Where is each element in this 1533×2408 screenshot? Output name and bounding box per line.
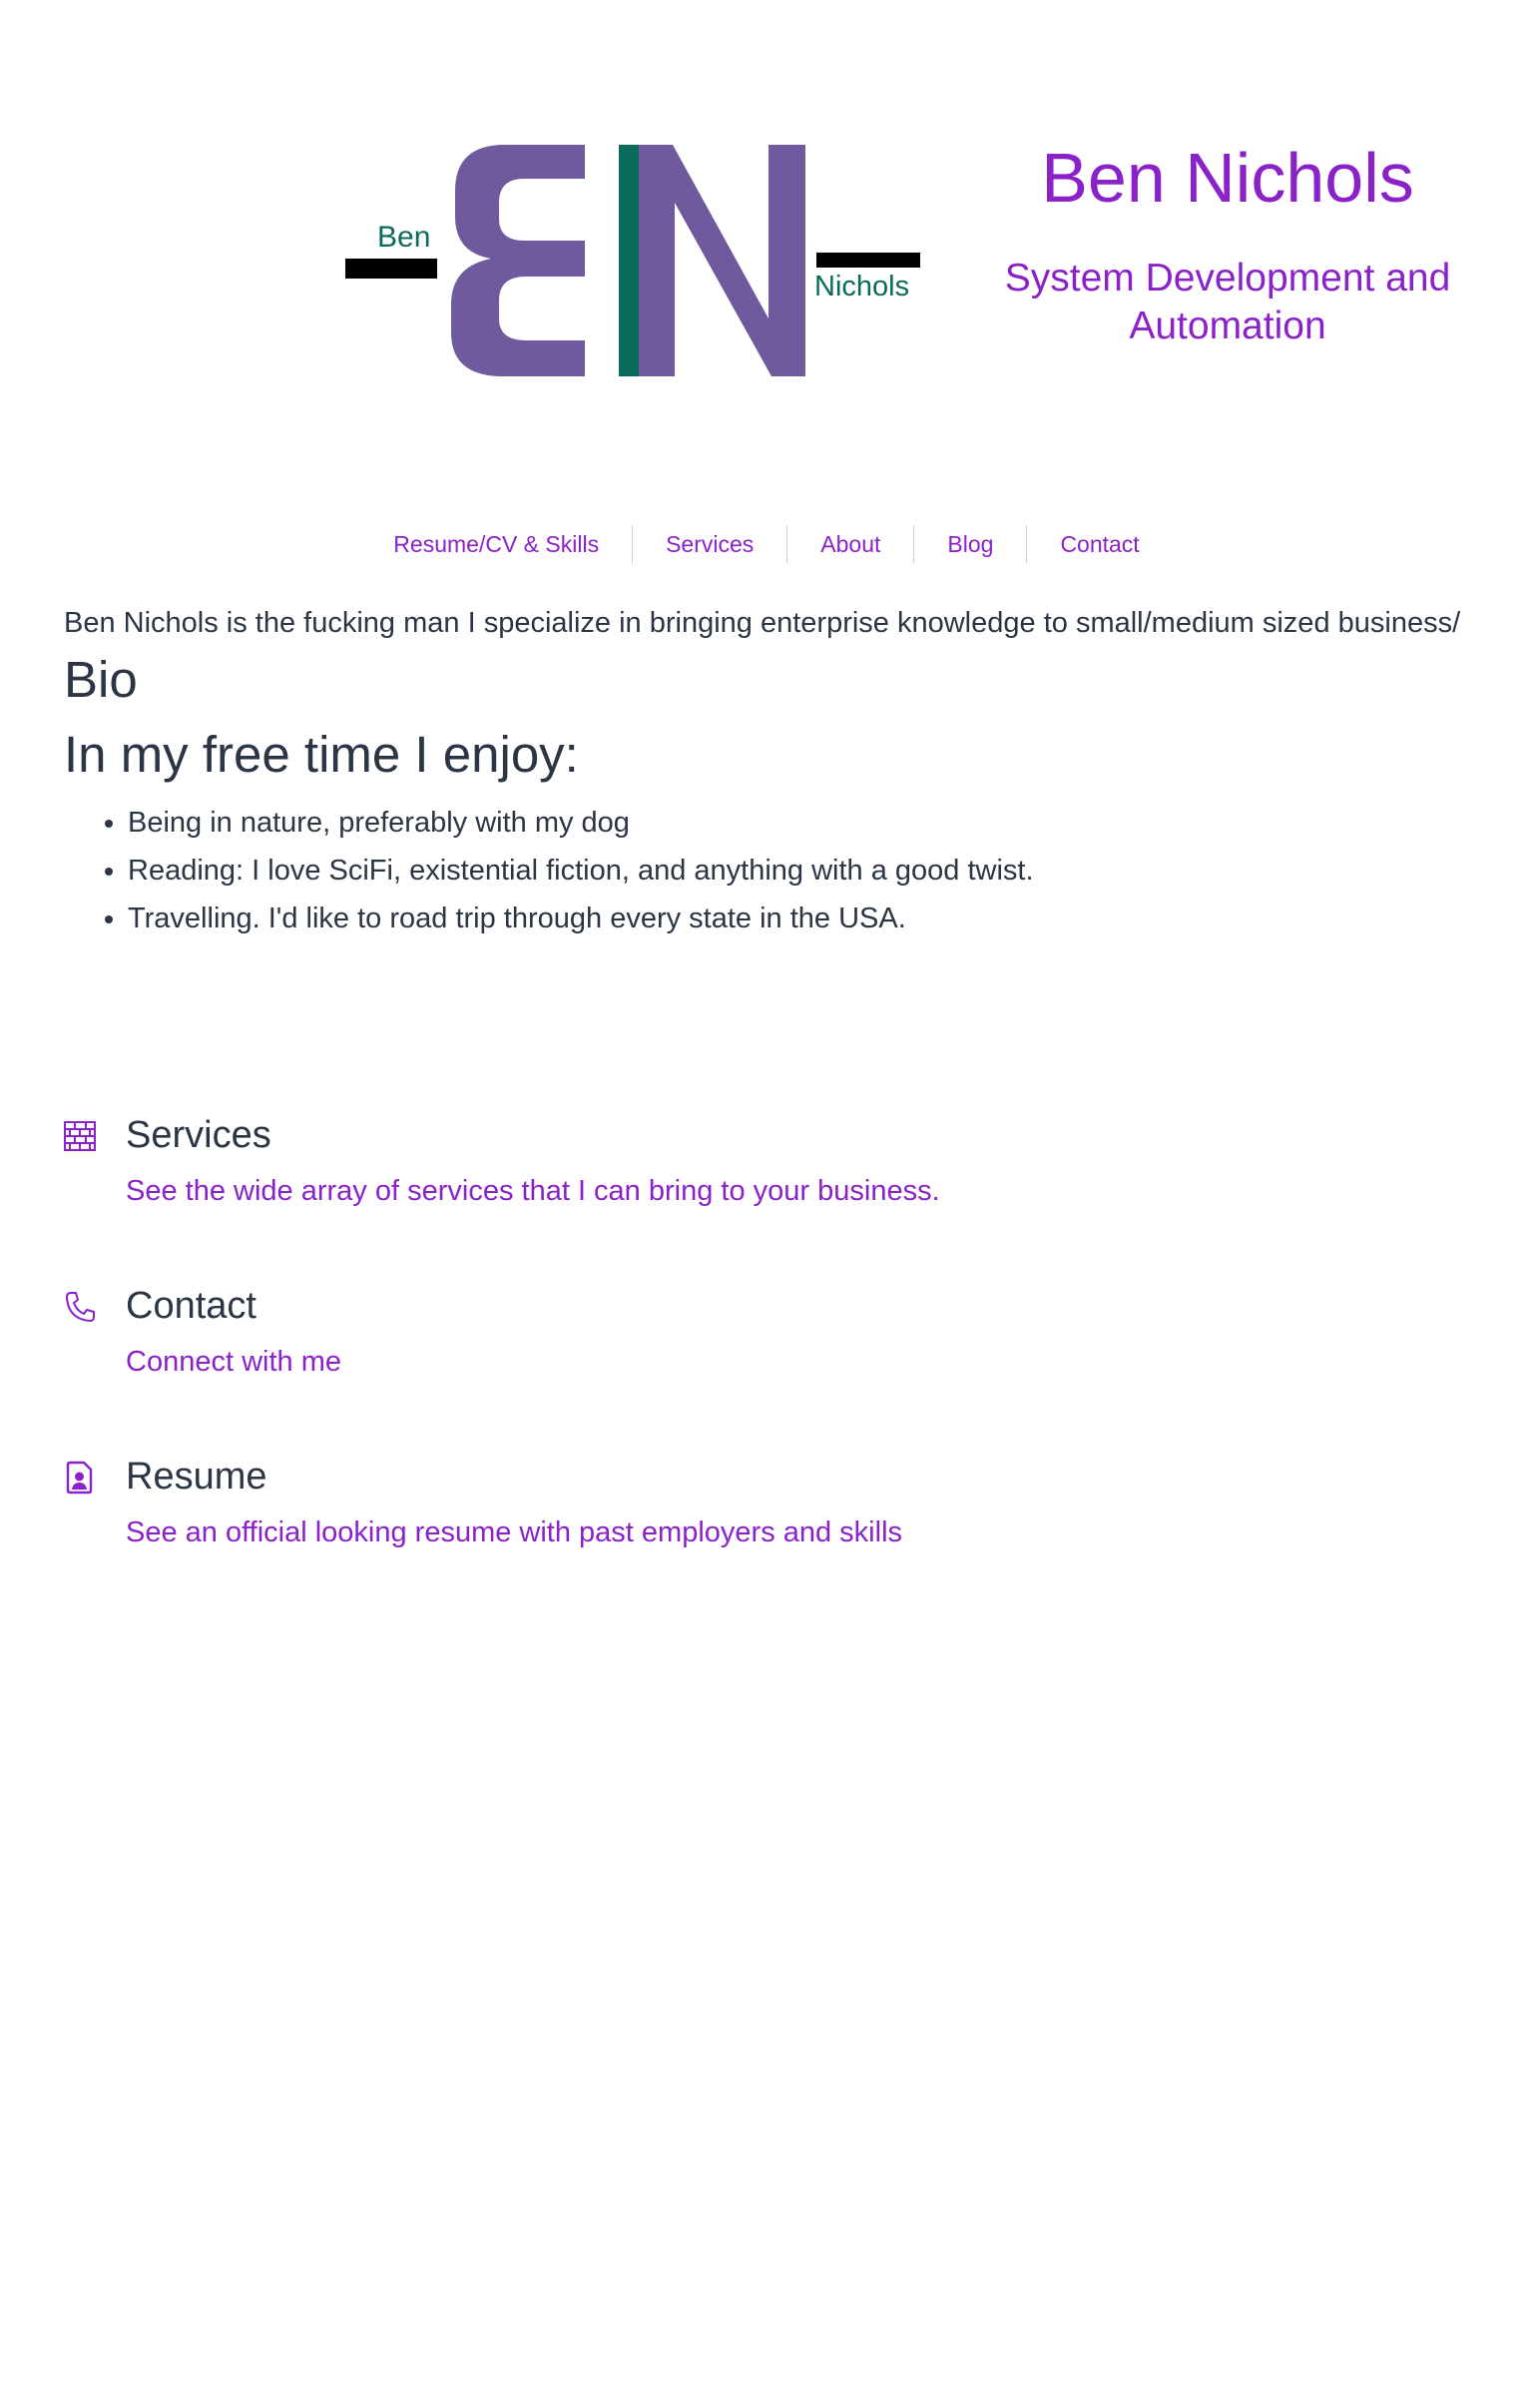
nav-contact[interactable]: Contact (1026, 525, 1172, 563)
feature-list: Services See the wide array of services … (64, 1103, 1481, 1615)
feature-services-link[interactable]: See the wide array of services that I ca… (126, 1171, 940, 1211)
hobby-item: Travelling. I'd like to road trip throug… (128, 895, 1481, 942)
feature-title: Contact (126, 1285, 256, 1327)
brick-wall-icon (64, 1121, 96, 1151)
logo-mirrored-b (451, 145, 585, 376)
resume-file-icon (66, 1461, 93, 1495)
feature-title: Resume (126, 1456, 267, 1498)
logo-left-bar (345, 259, 437, 279)
feature-title: Services (126, 1114, 271, 1156)
logo-letter-n (639, 145, 805, 376)
phone-icon (66, 1292, 95, 1322)
intro-text: Ben Nichols is the fucking man I special… (64, 607, 1461, 639)
feature-resume: Resume See an official looking resume wi… (64, 1445, 1481, 1615)
hobby-item: Being in nature, preferably with my dog (128, 799, 1481, 847)
nav-resume-skills[interactable]: Resume/CV & Skills (360, 525, 632, 563)
bio-heading: Bio (64, 651, 138, 708)
main-nav: Resume/CV & Skills Services About Blog C… (0, 520, 1533, 568)
logo-left-word: Ben (377, 221, 430, 254)
logo-right-word: Nichols (814, 271, 909, 302)
feature-resume-link[interactable]: See an official looking resume with past… (126, 1512, 902, 1552)
logo-right-bar (816, 253, 920, 268)
hobby-item: Reading: I love SciFi, existential ficti… (128, 847, 1481, 895)
site-header: Ben Nichols Ben Nichols System Developme… (0, 0, 1533, 439)
site-tagline: System Development and Automation (1004, 257, 1451, 347)
site-title: Ben Nichols (1041, 139, 1414, 217)
hobby-list: Being in nature, preferably with my dog … (64, 799, 1481, 942)
nav-blog[interactable]: Blog (913, 525, 1026, 563)
feature-contact: Contact Connect with me (64, 1274, 1481, 1445)
main-content: Ben Nichols is the fucking man I special… (64, 599, 1481, 942)
free-time-heading: In my free time I enjoy: (64, 726, 579, 783)
nav-services[interactable]: Services (632, 525, 786, 563)
logo-center-bar (619, 145, 639, 376)
site-logo[interactable]: Ben Nichols (339, 135, 938, 394)
feature-contact-link[interactable]: Connect with me (126, 1342, 341, 1382)
feature-services: Services See the wide array of services … (64, 1103, 1481, 1274)
nav-about[interactable]: About (786, 525, 913, 563)
